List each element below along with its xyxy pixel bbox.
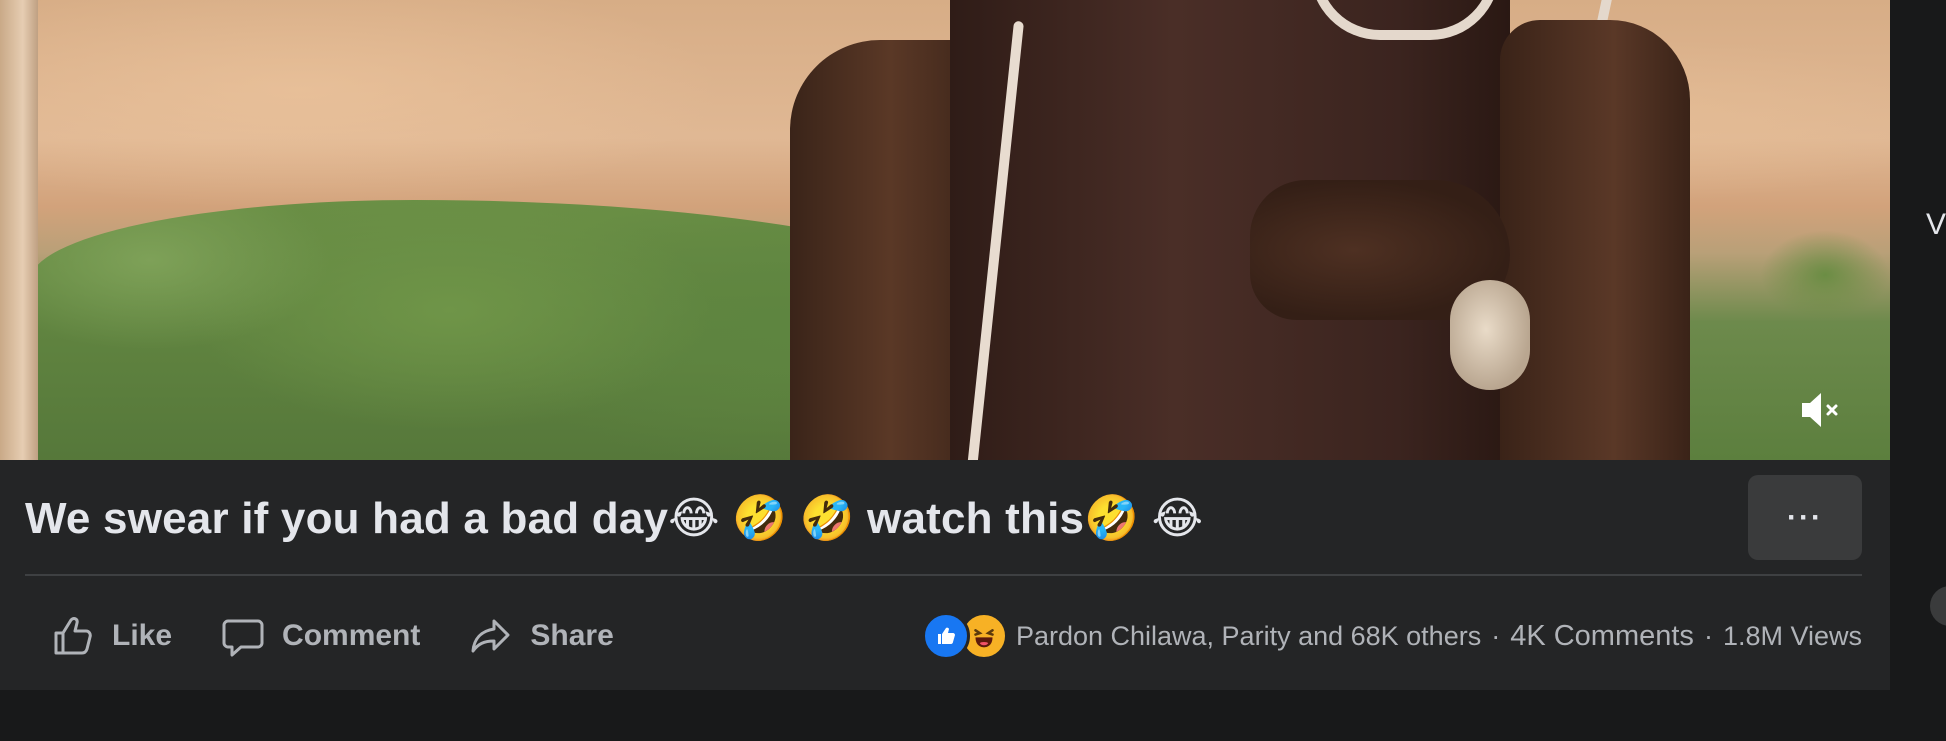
reaction-icons[interactable]	[921, 612, 1008, 660]
views-count: 1.8M Views	[1722, 620, 1862, 651]
video-player[interactable]	[0, 0, 1890, 460]
person-watch	[1450, 280, 1530, 390]
more-options-button[interactable]: ···	[1748, 475, 1862, 560]
post-title-row: We swear if you had a bad day😂 🤣 🤣 watch…	[25, 488, 1725, 548]
side-panel-round-button[interactable]	[1930, 586, 1946, 626]
comment-button[interactable]: Comment	[220, 613, 420, 659]
unmute-button[interactable]	[1792, 382, 1848, 438]
comment-label: Comment	[282, 619, 421, 652]
side-panel-partial-text: V	[1926, 208, 1946, 241]
like-label: Like	[112, 619, 173, 652]
post-stats: Pardon Chilawa, Parity and 68K others · …	[890, 606, 1862, 666]
reactors-link[interactable]: Pardon Chilawa, Parity and 68K others	[1016, 621, 1481, 652]
laughing-face-icon	[974, 629, 994, 648]
separator-dot: ·	[1703, 620, 1713, 651]
speaker-muted-icon	[1802, 393, 1838, 427]
share-button[interactable]: Share	[468, 613, 614, 659]
separator-dot: ·	[1491, 620, 1501, 651]
more-options-icon: ···	[1787, 500, 1823, 534]
video-post-card: We swear if you had a bad day😂 🤣 🤣 watch…	[0, 0, 1890, 690]
video-frame-bush-right	[1760, 230, 1890, 320]
share-label: Share	[530, 619, 614, 652]
share-arrow-icon	[471, 619, 510, 653]
video-frame-pole	[0, 0, 38, 460]
like-reaction-icon	[921, 612, 970, 660]
comments-count-link[interactable]: 4K Comments	[1510, 620, 1694, 653]
person-arm-right	[1500, 20, 1690, 460]
post-actions: Like Comment Share	[50, 606, 662, 666]
post-title: We swear if you had a bad day😂 🤣 🤣 watch…	[25, 494, 1204, 543]
comment-bubble-icon	[222, 619, 264, 657]
like-button[interactable]: Like	[50, 613, 172, 659]
thumbs-up-icon	[937, 627, 955, 644]
thumbs-up-icon	[54, 617, 92, 655]
divider	[25, 574, 1862, 576]
video-frame-person	[790, 0, 1690, 460]
